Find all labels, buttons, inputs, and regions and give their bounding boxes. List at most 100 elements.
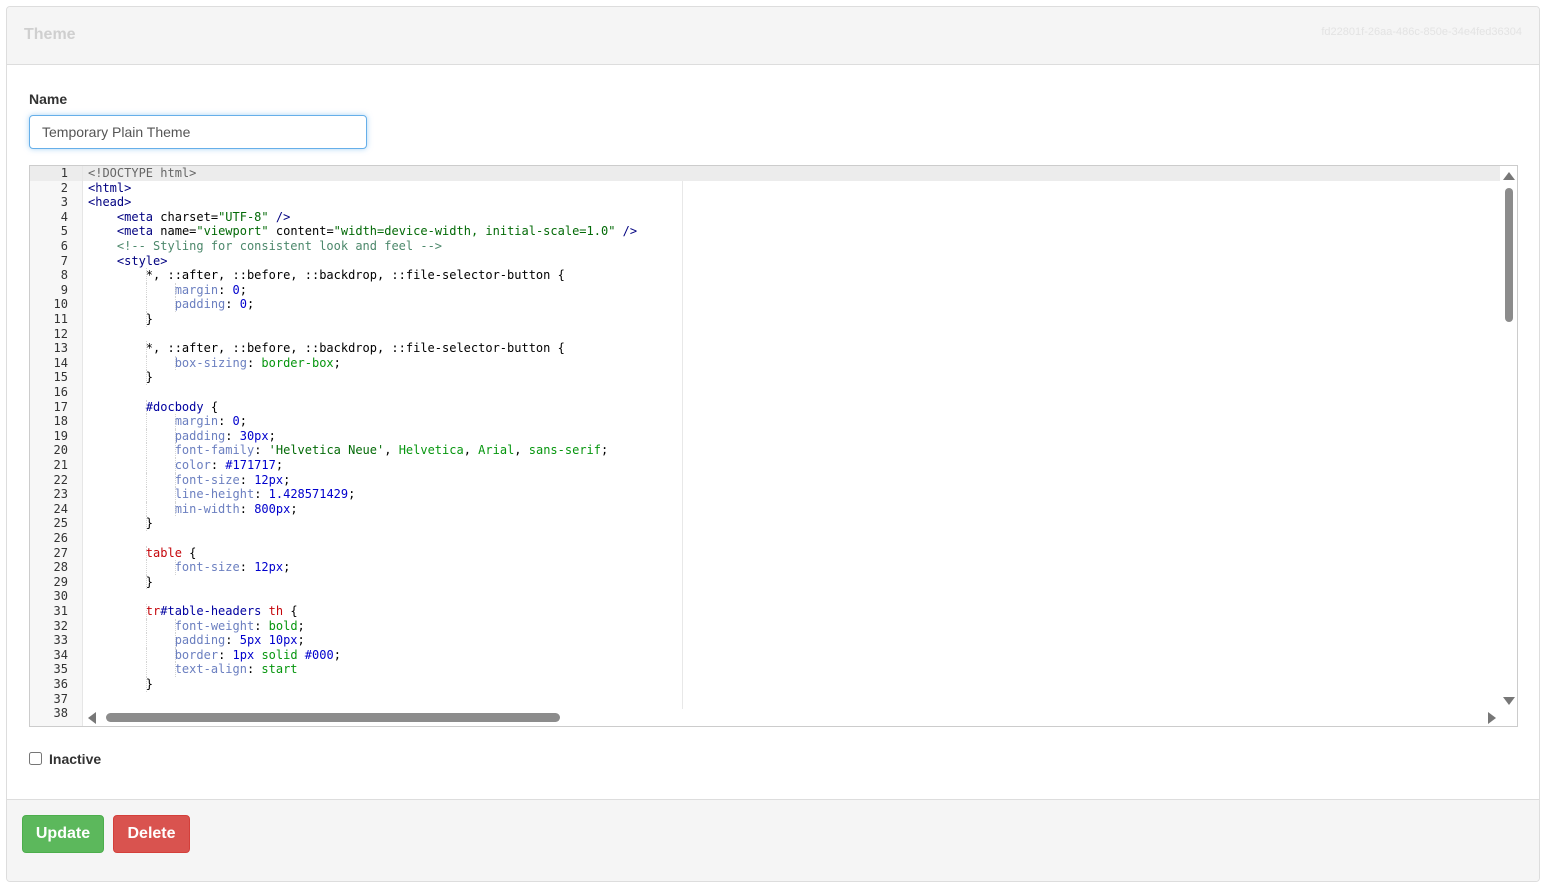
indent-guide (145, 428, 148, 444)
code-line: font-family: 'Helvetica Neue', Helvetica… (174, 443, 609, 458)
indent-guide (174, 414, 177, 429)
delete-button[interactable]: Delete (113, 815, 190, 853)
indent-guide (145, 633, 148, 648)
indent-guide (145, 370, 148, 385)
indent-guide (145, 647, 148, 663)
line-number: 24 (53, 501, 68, 516)
code-line: *, ::after, ::before, ::backdrop, ::file… (145, 268, 565, 283)
panel-footer (7, 799, 1539, 881)
indent-guide (145, 341, 148, 356)
line-number: 11 (53, 312, 68, 326)
code-line: } (145, 370, 154, 385)
indent-guide (145, 458, 148, 473)
line-number: 25 (53, 516, 68, 531)
code-line: border: 1px solid #000; (174, 647, 341, 662)
line-number: 33 (53, 633, 68, 648)
indent-guide (174, 297, 177, 312)
indent-guide (145, 312, 148, 327)
theme-panel: Theme fd22801f-26aa-486c-850e-34e4fed363… (6, 6, 1540, 882)
code-line: <html> (88, 180, 132, 195)
line-number: 1 (60, 166, 68, 180)
line-number: 18 (53, 414, 68, 429)
code-line: } (145, 677, 154, 691)
scroll-left-icon[interactable] (88, 712, 96, 724)
line-number-gutter: 1 2 3 4 5 6 7 8 9 10 11 12 13 14 15 16 17 18 19 20 21 22 23 24 2… (30, 166, 83, 726)
name-input[interactable] (29, 115, 367, 149)
horizontal-scroll-thumb[interactable] (106, 713, 560, 722)
indent-guide (174, 458, 177, 473)
code-line: tr#table-headers th { (145, 604, 298, 618)
line-number: 19 (53, 428, 68, 443)
code-content[interactable]: <!DOCTYPE html> <html> <head> <meta charse… (83, 166, 1500, 709)
scroll-down-icon[interactable] (1503, 697, 1515, 705)
code-line: } (145, 516, 154, 531)
line-number: 6 (60, 239, 68, 253)
line-number: 21 (53, 458, 68, 472)
indent-guide (145, 618, 148, 634)
code-line: margin: 0; (174, 414, 247, 429)
code-line: padding: 0; (174, 297, 255, 312)
line-number: 3 (60, 195, 68, 210)
indent-guide (174, 633, 177, 648)
line-number: 2 (60, 180, 68, 195)
print-margin-line (682, 166, 683, 709)
indent-guide (145, 399, 148, 415)
indent-guide (174, 647, 177, 663)
code-line: } (145, 312, 154, 326)
scroll-up-icon[interactable] (1503, 172, 1515, 180)
indent-guide (145, 516, 148, 531)
code-line: padding: 5px 10px; (174, 633, 305, 648)
line-number: 15 (53, 370, 68, 385)
indent-guide (145, 414, 148, 429)
code-line: min-width: 800px; (174, 501, 298, 516)
line-number: 30 (53, 589, 68, 604)
line-number: 38 (53, 706, 68, 721)
code-editor[interactable]: 1 2 3 4 5 6 7 8 9 10 11 12 13 14 15 16 17 18 19 20 21 22 23 24 2… (29, 165, 1518, 727)
indent-guide (174, 501, 177, 517)
code-line: font-size: 12px; (174, 472, 291, 487)
line-number: 10 (53, 297, 68, 312)
inactive-label[interactable]: Inactive (49, 751, 101, 767)
indent-guide (145, 282, 148, 298)
indent-guide (174, 282, 177, 298)
vertical-scroll-thumb[interactable] (1505, 188, 1513, 322)
line-number: 14 (53, 355, 68, 370)
line-number: 36 (53, 677, 68, 691)
code-line: #docbody { (145, 399, 219, 414)
inactive-checkbox[interactable] (29, 752, 42, 765)
indent-guide (174, 618, 177, 634)
update-button[interactable]: Update (22, 815, 104, 853)
scroll-right-icon[interactable] (1488, 712, 1496, 724)
indent-guide (174, 428, 177, 444)
active-line-highlight (83, 166, 1500, 181)
line-number: 27 (53, 545, 68, 560)
indent-guide (145, 297, 148, 312)
record-id: fd22801f-26aa-486c-850e-34e4fed36304 (1321, 26, 1522, 38)
name-label: Name (29, 91, 68, 107)
indent-guide (145, 574, 148, 590)
code-line: table { (145, 545, 197, 560)
indent-guide (145, 545, 148, 561)
line-number: 32 (53, 618, 68, 633)
indent-guide (145, 472, 148, 488)
code-line: text-align: start (174, 662, 298, 677)
code-line: margin: 0; (174, 282, 247, 297)
code-line: *, ::after, ::before, ::backdrop, ::file… (145, 341, 565, 356)
vertical-scrollbar[interactable] (1500, 166, 1517, 709)
indent-guide (145, 560, 148, 575)
line-number: 17 (53, 399, 68, 414)
line-number: 26 (53, 531, 68, 545)
line-number: 12 (53, 326, 68, 341)
line-number: 35 (53, 662, 68, 677)
line-number: 31 (53, 604, 68, 618)
line-number: 28 (53, 560, 68, 575)
indent-guide (145, 355, 148, 371)
code-line: font-size: 12px; (174, 560, 291, 575)
line-number: 34 (53, 647, 68, 662)
indent-guide (174, 560, 177, 575)
line-number: 22 (53, 472, 68, 487)
indent-guide (174, 662, 177, 677)
code-line: color: #171717; (174, 458, 284, 472)
horizontal-scrollbar[interactable] (83, 709, 1500, 726)
indent-guide (174, 355, 177, 371)
